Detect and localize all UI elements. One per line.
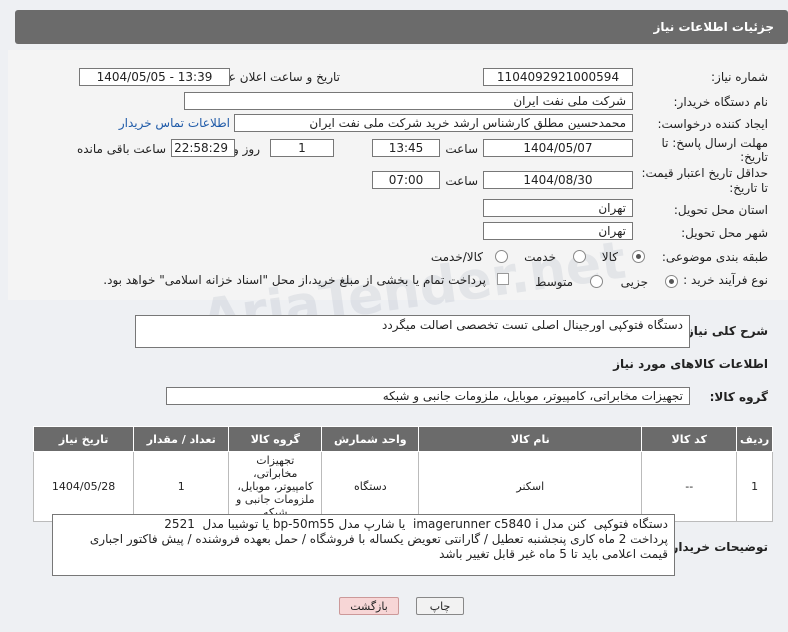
creator-field: محمدحسین مطلق کارشناس ارشد خرید شرکت ملی… [234,114,633,132]
days-field: 1 [270,139,334,157]
back-button[interactable]: بازگشت [339,597,399,615]
city-label: شهر محل تحویل: [681,226,768,240]
print-button[interactable]: چاپ [416,597,464,615]
category-option-service: خدمت [524,250,556,264]
cell-qty: 1 [133,451,230,522]
contact-buyer-link[interactable]: اطلاعات تماس خریدار [119,116,230,130]
cell-date: 1404/05/28 [32,451,135,522]
process-option-medium: متوسط [535,275,573,289]
col-name: نام کالا [418,426,643,452]
treasury-note: پرداخت تمام یا بخشی از مبلغ خرید،از محل … [103,273,486,287]
col-code: کد کالا [641,426,738,452]
city-field: تهران [483,222,633,240]
table-header-row: ردیف کد کالا نام کالا واحد شمارش گروه کا… [32,426,773,452]
category-radio-service[interactable] [573,250,586,263]
page-header: جزئیات اطلاعات نیاز [15,10,788,44]
validity-date-field: 1404/08/30 [483,171,633,189]
table-row: 1 -- اسکنر دستگاه تجهیزات مخابراتی، کامپ… [32,451,773,522]
items-table: ردیف کد کالا نام کالا واحد شمارش گروه کا… [32,426,773,522]
process-option-minor: جزیی [620,275,648,289]
category-option-both: کالا/خدمت [430,250,483,264]
description-field[interactable]: دستگاه فتوکپی اورجینال اصلی تست تخصصی اص… [135,315,690,348]
deadline-time-field: 13:45 [372,139,440,157]
process-label: نوع فرآیند خرید : [683,273,768,287]
deadline-label-2: تاریخ: [740,150,768,164]
validity-label: حداقل تاریخ اعتبار قیمت: [641,166,768,180]
province-label: استان محل تحویل: [673,203,768,217]
days-label: روز و [233,142,260,156]
province-field: تهران [483,199,633,217]
buyer-org-label: نام دستگاه خریدار: [673,95,769,109]
remaining-label: ساعت باقی مانده [76,142,166,156]
category-radio-both[interactable] [495,250,508,263]
process-radio-minor[interactable] [665,275,678,288]
goods-group-label: گروه کالا: [709,390,768,404]
cell-group: تجهیزات مخابراتی، کامپیوتر، موبایل، ملزو… [228,451,323,522]
buyer-notes-label: توضیحات خریدار: [666,540,768,554]
goods-info-title: اطلاعات کالاهای مورد نیاز [613,357,768,371]
col-unit: واحد شمارش [321,426,420,452]
goods-group-field: تجهیزات مخابراتی، کامپیوتر، موبایل، ملزو… [166,387,690,405]
announce-field: 1404/05/05 - 13:39 [79,68,230,86]
deadline-time-label: ساعت [445,142,478,156]
validity-time-field: 07:00 [372,171,440,189]
remaining-time-field: 22:58:29 [171,139,235,157]
cell-row: 1 [736,451,773,522]
need-number-label: شماره نیاز: [711,70,768,84]
need-number-field: 1104092921000594 [483,68,633,86]
deadline-date-field: 1404/05/07 [483,139,633,157]
validity-label-2: تا تاریخ: [729,181,768,195]
treasury-checkbox[interactable] [497,273,509,285]
description-label: شرح کلی نیاز: [682,324,768,338]
creator-label: ایجاد کننده درخواست: [657,117,768,131]
buyer-org-field: شرکت ملی نفت ایران [184,92,633,110]
col-qty: تعداد / مقدار [133,426,230,452]
cell-name: اسکنر [418,451,643,522]
col-row: ردیف [736,426,773,452]
cell-code: -- [641,451,738,522]
category-radio-goods[interactable] [632,250,645,263]
process-radio-medium[interactable] [590,275,603,288]
category-label: طبقه بندی موضوعی: [661,250,768,264]
col-date: تاریخ نیاز [32,426,135,452]
validity-time-label: ساعت [445,174,478,188]
deadline-label: مهلت ارسال پاسخ: تا [661,136,768,150]
buyer-notes-field[interactable]: دستگاه فتوکپی کنن مدل imagerunner c5840 … [52,514,675,576]
category-option-goods: کالا [601,250,618,264]
cell-unit: دستگاه [321,451,420,522]
page-title: جزئیات اطلاعات نیاز [653,20,774,34]
col-group: گروه کالا [228,426,323,452]
